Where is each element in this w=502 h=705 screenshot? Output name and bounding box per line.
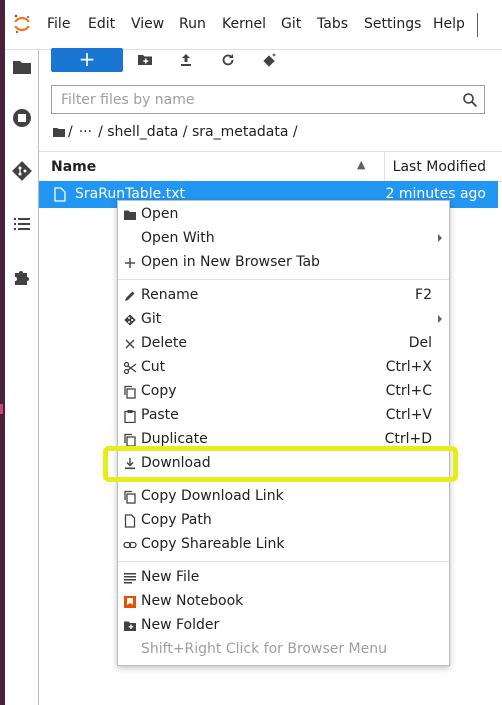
menu-git[interactable]: Git [281, 16, 301, 32]
running-icon[interactable] [11, 107, 33, 129]
new-folder-icon [124, 621, 136, 631]
menu-item-git[interactable]: Git [118, 308, 449, 332]
menu-item-open-new-tab[interactable]: Open in New Browser Tab [118, 251, 449, 275]
git-icon [124, 314, 136, 326]
pencil-icon [125, 291, 135, 301]
menu-tabs[interactable]: Tabs [317, 16, 348, 32]
menu-help[interactable]: Help [433, 16, 465, 32]
home-folder-icon[interactable] [53, 127, 65, 137]
menu-item-open-with[interactable]: Open With [118, 227, 449, 251]
file-filter-input[interactable]: Filter files by name [51, 85, 485, 114]
git-clone-icon[interactable] [262, 52, 278, 68]
menu-item-label: Paste [141, 407, 179, 423]
text-file-icon [54, 187, 66, 202]
column-name[interactable]: Name [51, 159, 96, 175]
menu-item-copy-shareable-link[interactable]: Copy Shareable Link [118, 533, 449, 557]
menu-divider [477, 13, 478, 37]
menu-run[interactable]: Run [179, 16, 206, 32]
menu-item-label: Open [141, 206, 179, 222]
menu-item-open[interactable]: Open [118, 203, 449, 227]
breadcrumb-path[interactable]: / shell_data / sra_metadata / [98, 124, 298, 140]
menu-item-shortcut: Ctrl+X [385, 359, 432, 375]
menu-item-label: New Notebook [141, 593, 244, 609]
text-editor-icon [124, 573, 136, 584]
duplicate-icon [124, 433, 136, 447]
copy-icon [124, 385, 136, 399]
folder-icon[interactable] [11, 56, 33, 78]
notebook-icon [124, 596, 136, 608]
menu-bar: File Edit View Run Kernel Git Tabs Setti… [5, 0, 502, 50]
menu-item-label: New File [141, 569, 200, 585]
close-icon [125, 339, 135, 349]
link-icon [123, 541, 137, 549]
menu-item-shortcut: Ctrl+D [384, 431, 432, 447]
menu-item-new-folder[interactable]: New Folder [118, 614, 449, 638]
menu-item-cut[interactable]: Cut Ctrl+X [118, 356, 449, 380]
menu-edit[interactable]: Edit [88, 16, 115, 32]
menu-item-rename[interactable]: Rename F2 [118, 284, 449, 308]
menu-item-label: Git [141, 311, 162, 327]
menu-item-new-notebook[interactable]: New Notebook [118, 590, 449, 614]
menu-hint-label: Shift+Right Click for Browser Menu [141, 641, 387, 657]
refresh-icon[interactable] [220, 52, 236, 68]
menu-separator [118, 561, 449, 562]
new-launcher-button[interactable]: + [51, 48, 123, 72]
upload-icon[interactable] [178, 52, 194, 68]
git-icon[interactable] [11, 160, 33, 182]
menu-separator [118, 279, 449, 280]
submenu-arrow-icon [438, 315, 442, 323]
menu-item-delete[interactable]: Delete Del [118, 332, 449, 356]
menu-item-label: Copy Download Link [141, 488, 284, 504]
menu-item-label: Duplicate [141, 431, 208, 447]
breadcrumb-ellipsis[interactable]: ··· [79, 124, 92, 140]
menu-item-shortcut: Ctrl+V [385, 407, 432, 423]
menu-item-paste[interactable]: Paste Ctrl+V [118, 404, 449, 428]
menu-item-label: Rename [141, 287, 199, 303]
file-filter-placeholder: Filter files by name [61, 92, 195, 108]
extension-icon[interactable] [11, 266, 33, 288]
menu-file[interactable]: File [47, 16, 70, 32]
submenu-arrow-icon [438, 234, 442, 242]
menu-item-shortcut: Del [408, 335, 432, 351]
file-list-header: Name ▲ Last Modified [39, 151, 502, 182]
menu-settings[interactable]: Settings [364, 16, 421, 32]
jupyter-logo-icon [13, 14, 31, 34]
desktop-edge-mark [0, 404, 3, 414]
search-icon [463, 93, 478, 108]
plus-icon [125, 258, 135, 268]
menu-item-shortcut: Ctrl+C [385, 383, 432, 399]
menu-item-label: Open in New Browser Tab [141, 254, 320, 270]
left-sidebar [5, 50, 39, 705]
column-divider[interactable] [384, 152, 385, 181]
menu-item-label: Cut [141, 359, 166, 375]
menu-item-new-file[interactable]: New File [118, 566, 449, 590]
scissors-icon [123, 361, 137, 375]
menu-item-shortcut: F2 [415, 287, 432, 303]
toc-icon[interactable] [11, 213, 33, 235]
menu-item-label: New Folder [141, 617, 220, 633]
menu-hint-browser-menu: Shift+Right Click for Browser Menu [118, 638, 449, 662]
column-last-modified[interactable]: Last Modified [393, 159, 486, 175]
paste-icon [124, 410, 136, 423]
highlight-box [103, 446, 458, 482]
menu-item-label: Copy [141, 383, 177, 399]
menu-kernel[interactable]: Kernel [222, 16, 266, 32]
menu-item-copy[interactable]: Copy Ctrl+C [118, 380, 449, 404]
new-folder-icon[interactable] [137, 52, 153, 68]
menu-item-copy-path[interactable]: Copy Path [118, 509, 449, 533]
folder-icon [124, 210, 136, 220]
menu-view[interactable]: View [131, 16, 164, 32]
copy-icon [124, 490, 136, 504]
file-icon [124, 514, 136, 528]
breadcrumb-root[interactable]: / [68, 124, 73, 140]
menu-item-label: Open With [141, 230, 215, 246]
sort-asc-icon[interactable]: ▲ [357, 158, 365, 171]
breadcrumb: / ··· / shell_data / sra_metadata / [53, 124, 304, 140]
menu-item-label: Copy Shareable Link [141, 536, 285, 552]
menu-item-label: Delete [141, 335, 187, 351]
menu-item-label: Copy Path [141, 512, 212, 528]
context-menu: Open Open With Open in New Browser Tab R… [117, 200, 450, 666]
menu-item-copy-download-link[interactable]: Copy Download Link [118, 485, 449, 509]
